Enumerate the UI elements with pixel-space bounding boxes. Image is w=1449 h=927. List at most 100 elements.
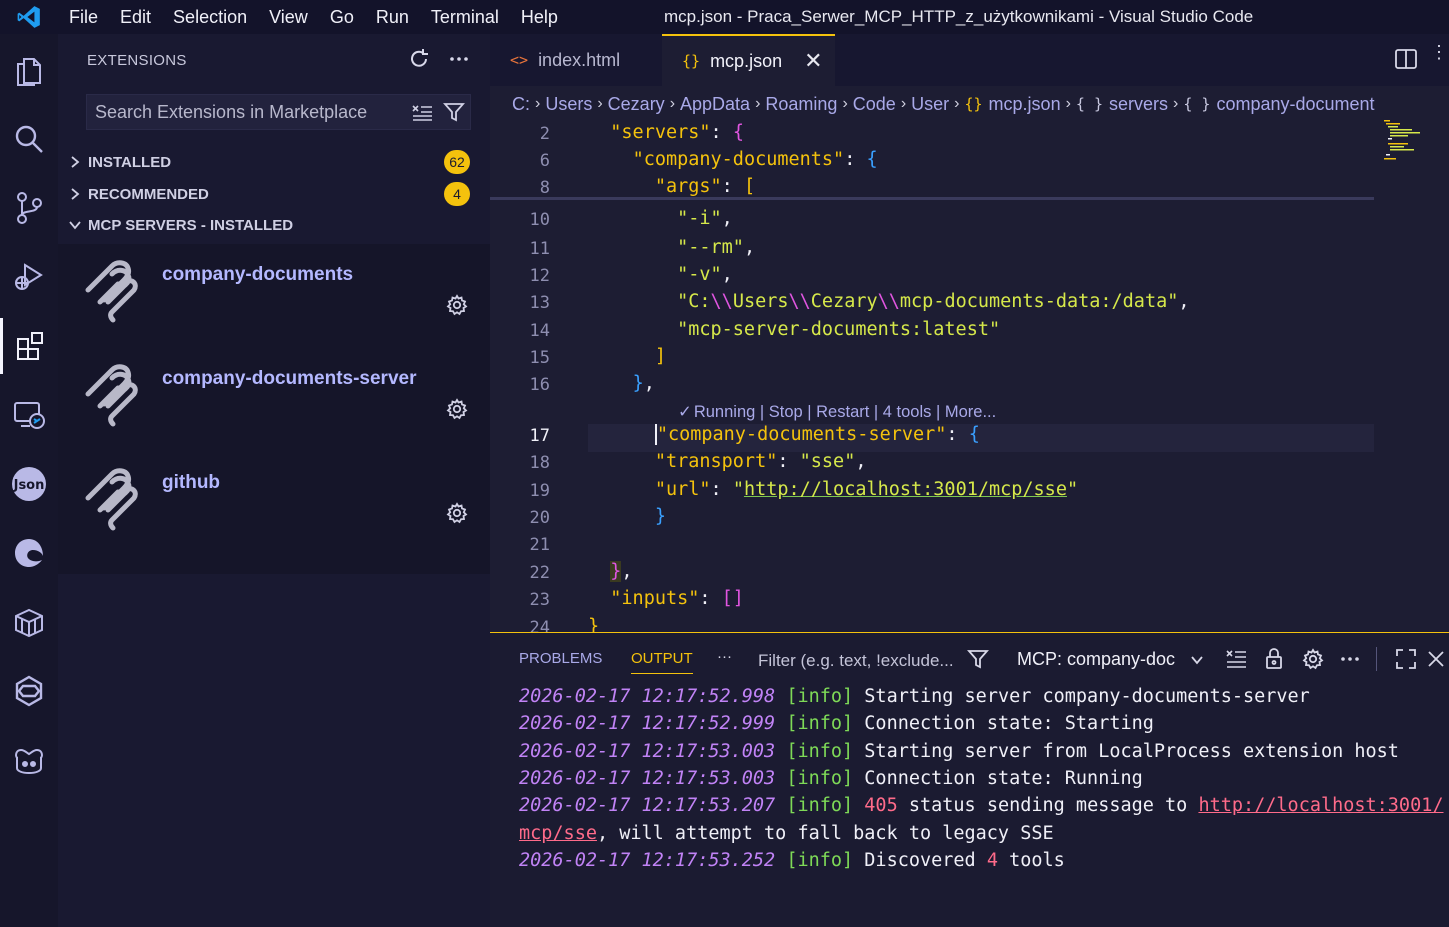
containers-icon[interactable] [0,594,58,650]
source-control-icon[interactable] [0,180,58,236]
mcp-server-item[interactable]: company-documents-server [58,348,490,452]
output-channel-select[interactable]: MCP: company-doc [1017,649,1204,670]
extension-search-input[interactable] [95,95,405,129]
more-actions-icon[interactable] [448,48,470,75]
lock-icon[interactable] [1264,647,1284,676]
mcp-server-item[interactable]: company-documents [58,244,490,348]
code-line[interactable]: "--rm", [588,237,755,258]
log-url-link[interactable]: mcp/sse [519,823,597,844]
log-url-link[interactable]: http://localhost:3001/ [1198,795,1443,816]
code-string: "-v" [677,264,722,285]
code-bracket: } [654,506,666,527]
code-line[interactable]: }, [588,561,633,582]
breadcrumb-item[interactable]: Cezary [608,94,665,115]
code-line[interactable]: } [588,506,666,527]
menu-run[interactable]: Run [365,0,420,34]
gear-icon[interactable] [446,294,468,321]
more-tabs-icon[interactable]: ··· [717,648,732,665]
run-debug-icon[interactable] [0,249,58,305]
gear-icon[interactable] [446,398,468,425]
sticky-line[interactable]: "args": [ [588,176,755,197]
breadcrumb-item[interactable]: servers [1109,94,1168,115]
code-line[interactable]: "transport": "sse", [588,451,867,472]
extensions-icon[interactable] [0,318,58,374]
code-line[interactable]: } [588,616,599,632]
menu-selection[interactable]: Selection [162,0,258,34]
menu-terminal[interactable]: Terminal [420,0,510,34]
code-line[interactable]: "C:\\Users\\Cezary\\mcp-documents-data:/… [588,291,1189,312]
refresh-icon[interactable] [408,48,430,75]
close-panel-icon[interactable] [1427,650,1445,673]
section-installed[interactable]: INSTALLED 62 [58,147,490,177]
gear-icon[interactable] [1302,648,1324,675]
menu-go[interactable]: Go [319,0,365,34]
code-line[interactable]: "-i", [588,208,733,229]
tab-index-html[interactable]: <> index.html [490,34,662,86]
menu-file[interactable]: File [58,0,109,34]
code-punct: : [946,424,969,445]
log-count: 4 [986,850,998,871]
mcp-codelens[interactable]: ✓ Running | Stop | Restart | 4 tools | Mo… [678,402,996,422]
code-line[interactable]: ] [588,346,666,367]
breadcrumb-item[interactable]: AppData [680,94,750,115]
bottom-panel: PROBLEMS OUTPUT ··· MCP: company-doc [490,632,1449,927]
breadcrumb-item[interactable]: User [911,94,949,115]
breadcrumb-item[interactable]: Roaming [765,94,837,115]
code-line[interactable]: "inputs": [] [588,588,744,609]
clear-output-icon[interactable] [1225,648,1247,675]
json-icon[interactable]: Json [0,456,58,512]
close-icon[interactable]: ✕ [804,48,822,74]
sticky-scroll: 2 "servers": { 6 "company-documents": { … [490,118,1374,200]
copilot-icon[interactable] [0,732,58,788]
breadcrumb-item[interactable]: company-document [1216,94,1374,115]
clear-filter-icon[interactable] [411,102,433,127]
output-filter-input[interactable] [758,647,956,675]
log-line: 2026-02-17 12:17:52.998 [info] Starting … [519,686,1310,707]
sticky-line[interactable]: "company-documents": { [588,149,878,170]
code-string: "C: [677,291,711,312]
code-line[interactable]: "-v", [588,264,733,285]
json-file-icon: {} [964,95,983,113]
html-file-icon: <> [510,51,529,69]
sticky-line[interactable]: "servers": { [588,122,744,143]
kubernetes-icon[interactable] [0,663,58,719]
split-editor-icon[interactable] [1394,48,1418,75]
more-actions-icon[interactable] [1339,648,1361,675]
breadcrumb-item[interactable]: Users [545,94,592,115]
code-line[interactable]: "mcp-server-documents:latest" [588,319,1000,340]
chevron-right-icon: › [755,95,761,112]
code-key: "inputs" [610,588,700,609]
menu-view[interactable]: View [258,0,319,34]
code-line[interactable]: }, [588,373,655,394]
section-recommended[interactable]: RECOMMENDED 4 [58,179,490,209]
explorer-icon[interactable] [0,42,58,98]
codelens-actions[interactable]: Running | Stop | Restart | 4 tools | Mor… [694,403,996,421]
menu-help[interactable]: Help [510,0,569,34]
code-url-link[interactable]: http://localhost:3001/mcp/sse [744,479,1067,500]
minimap[interactable] [1382,118,1442,178]
log-line-continued: mcp/sse, will attempt to fall back to le… [519,823,1054,844]
tab-problems[interactable]: PROBLEMS [519,650,602,667]
tab-output[interactable]: OUTPUT [631,650,693,674]
title-bar: File Edit Selection View Go Run Terminal… [0,0,1449,34]
maximize-panel-icon[interactable] [1395,648,1417,675]
more-actions-icon[interactable]: ⋮ [1430,42,1448,63]
remote-explorer-icon[interactable] [0,387,58,443]
code-bracket: { [968,424,980,445]
mcp-server-item[interactable]: github [58,452,490,556]
breadcrumb-item[interactable]: Code [853,94,896,115]
tab-mcp-json[interactable]: {} mcp.json ✕ [662,34,835,86]
code-line[interactable]: "company-documents-server": { [588,424,980,445]
filter-icon[interactable] [967,648,989,675]
menu-edit[interactable]: Edit [109,0,162,34]
filter-icon[interactable] [443,101,465,128]
edge-icon[interactable] [0,525,58,581]
breadcrumb-item[interactable]: C: [512,94,530,115]
section-mcp-servers-installed[interactable]: MCP SERVERS - INSTALLED [58,210,490,240]
code-line[interactable]: "url": "http://localhost:3001/mcp/sse" [588,479,1078,500]
breadcrumb-item[interactable]: mcp.json [989,94,1061,115]
gear-icon[interactable] [446,502,468,529]
search-icon[interactable] [0,111,58,167]
code-punct: : [699,588,722,609]
sidebar-title: EXTENSIONS [87,52,187,69]
